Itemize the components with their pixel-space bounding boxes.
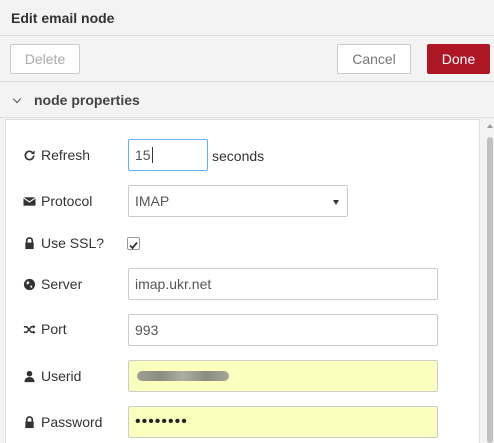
- protocol-select[interactable]: IMAP: [128, 185, 348, 217]
- use-ssl-label: Use SSL?: [41, 235, 105, 251]
- use-ssl-label-row: Use SSL?: [23, 235, 104, 251]
- section-header-node-properties[interactable]: node properties: [0, 83, 494, 118]
- user-icon: [24, 370, 35, 382]
- cancel-button[interactable]: Cancel: [337, 44, 411, 74]
- userid-label-row: Userid: [23, 368, 81, 384]
- password-input[interactable]: ••••••••: [128, 406, 438, 438]
- scrollbar-thumb[interactable]: [487, 137, 493, 443]
- server-label-row: Server: [23, 276, 82, 292]
- password-value: ••••••••: [135, 413, 188, 430]
- done-button[interactable]: Done: [427, 44, 490, 74]
- protocol-value: IMAP: [135, 193, 170, 209]
- tray-title: Edit email node: [11, 10, 115, 26]
- globe-icon: [23, 278, 36, 290]
- refresh-input[interactable]: 15: [128, 139, 208, 171]
- tray-toolbar: Delete Cancel Done: [0, 37, 494, 82]
- chevron-down-icon: [12, 94, 22, 104]
- refresh-icon: [24, 149, 35, 160]
- scroll-up-arrow-icon[interactable]: [487, 124, 493, 128]
- tray-header: Edit email node: [0, 0, 494, 36]
- refresh-label: Refresh: [41, 147, 91, 163]
- refresh-value: 15: [135, 147, 151, 163]
- section-title: node properties: [34, 92, 140, 108]
- delete-button[interactable]: Delete: [10, 44, 80, 74]
- server-input[interactable]: imap.ukr.net: [128, 268, 438, 300]
- envelope-icon: [23, 196, 36, 206]
- userid-input[interactable]: [128, 360, 438, 392]
- protocol-label-row: Protocol: [23, 193, 92, 209]
- use-ssl-checkbox[interactable]: [127, 237, 140, 250]
- refresh-label-row: Refresh: [23, 147, 90, 163]
- password-label-row: Password: [23, 414, 102, 430]
- refresh-suffix: seconds: [212, 148, 265, 164]
- select-arrow-icon: [333, 200, 339, 205]
- scrollbar[interactable]: [486, 119, 494, 443]
- obscured-userid: [137, 371, 229, 381]
- lock-icon: [25, 415, 34, 428]
- check-icon: [129, 241, 138, 250]
- port-input[interactable]: 993: [128, 314, 438, 346]
- lock-icon: [25, 236, 34, 249]
- text-caret: [151, 147, 153, 163]
- protocol-label: Protocol: [41, 193, 93, 209]
- userid-label: Userid: [41, 368, 82, 384]
- password-label: Password: [41, 414, 103, 430]
- port-label-row: Port: [23, 321, 67, 337]
- server-label: Server: [41, 276, 83, 292]
- random-icon: [23, 324, 36, 334]
- port-label: Port: [41, 321, 67, 337]
